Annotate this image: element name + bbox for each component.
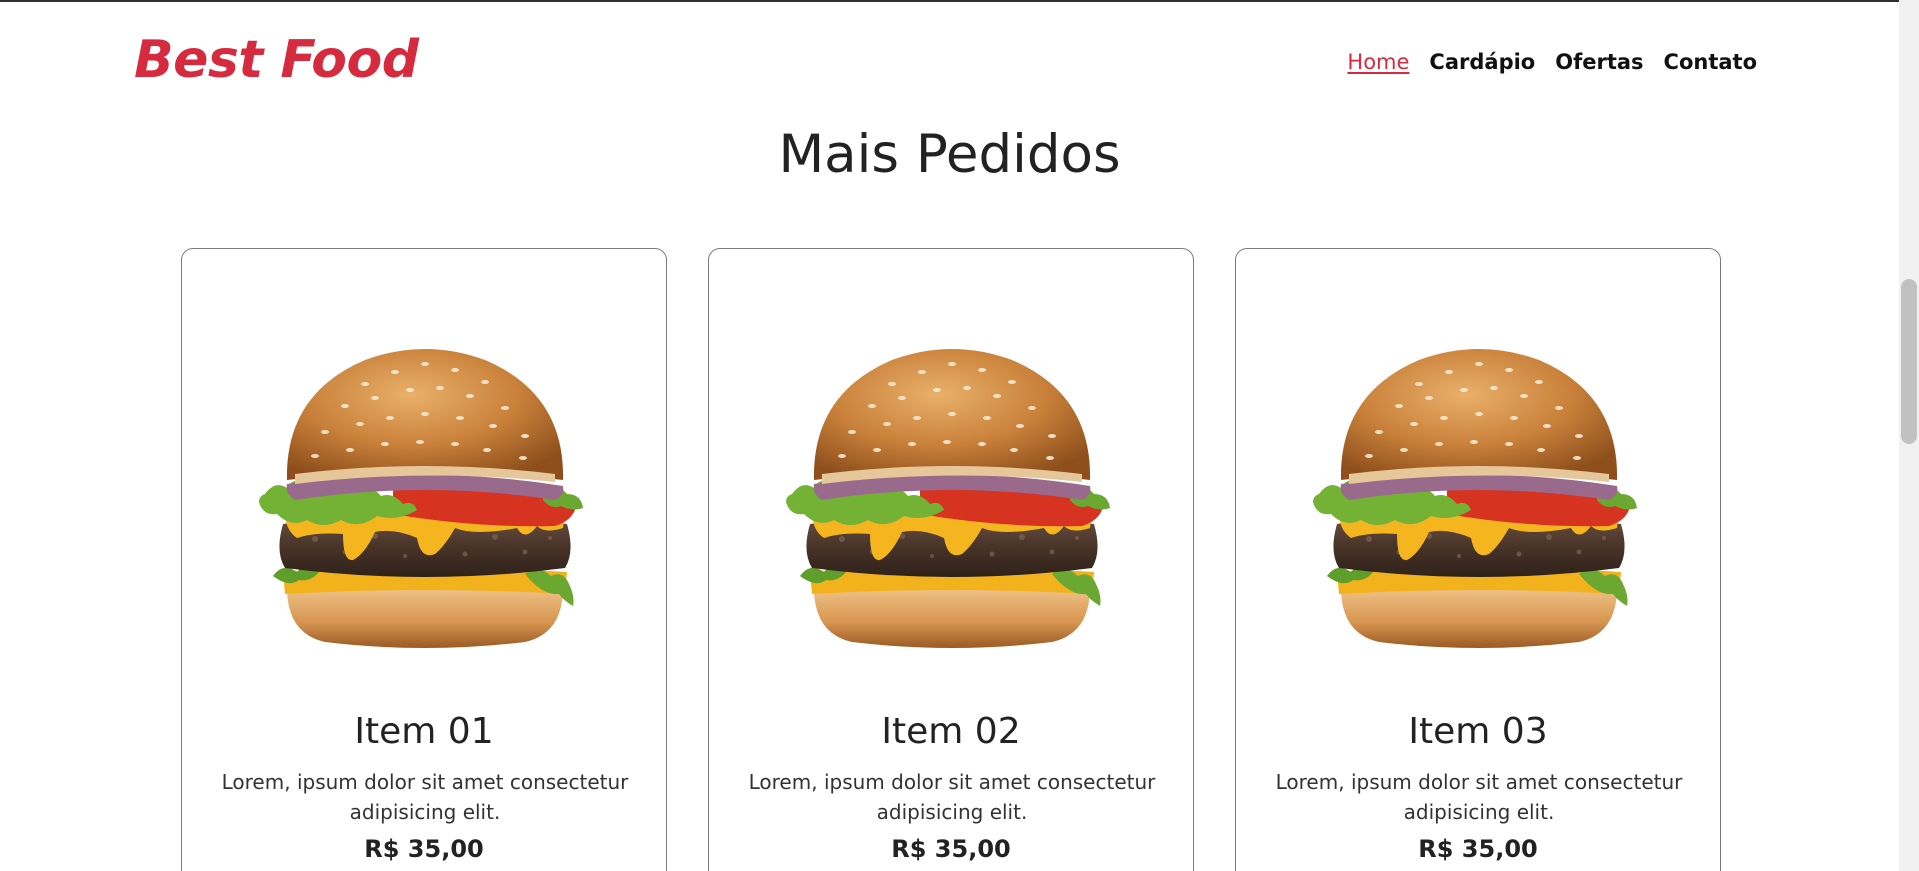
product-description: Lorem, ipsum dolor sit amet consectetur … — [1275, 770, 1683, 824]
nav-cardapio-link[interactable]: Cardápio — [1429, 50, 1535, 74]
product-price: R$ 35,00 — [891, 835, 1011, 863]
section-title: Mais Pedidos — [778, 124, 1121, 185]
product-cards: Item 01 Lorem, ipsum dolor sit amet cons… — [181, 248, 1721, 871]
vertical-scrollbar[interactable] — [1899, 0, 1919, 871]
burger-image — [259, 349, 583, 648]
product-title: Item 02 — [881, 711, 1021, 752]
product-title: Item 03 — [1408, 711, 1548, 752]
nav-ofertas-link[interactable]: Ofertas — [1555, 50, 1643, 74]
burger-image — [786, 349, 1110, 648]
product-price: R$ 35,00 — [1418, 835, 1538, 863]
nav-home-link[interactable]: Home — [1347, 50, 1409, 74]
product-card[interactable]: Item 03 Lorem, ipsum dolor sit amet cons… — [1235, 248, 1721, 871]
nav-contato-link[interactable]: Contato — [1664, 50, 1757, 74]
scrollbar-thumb[interactable] — [1901, 279, 1917, 444]
product-title: Item 01 — [354, 711, 494, 752]
brand-logo[interactable]: Best Food — [134, 30, 419, 90]
product-price: R$ 35,00 — [364, 835, 484, 863]
site-header: Best Food Home Cardápio Ofertas Contato — [0, 0, 1899, 130]
main-nav: Home Cardápio Ofertas Contato — [1347, 50, 1757, 74]
product-card[interactable]: Item 02 Lorem, ipsum dolor sit amet cons… — [708, 248, 1194, 871]
burger-image — [1313, 349, 1637, 648]
page: Best Food Home Cardápio Ofertas Contato … — [0, 0, 1899, 871]
product-description: Lorem, ipsum dolor sit amet consectetur … — [221, 770, 629, 824]
product-card[interactable]: Item 01 Lorem, ipsum dolor sit amet cons… — [181, 248, 667, 871]
product-description: Lorem, ipsum dolor sit amet consectetur … — [748, 770, 1156, 824]
